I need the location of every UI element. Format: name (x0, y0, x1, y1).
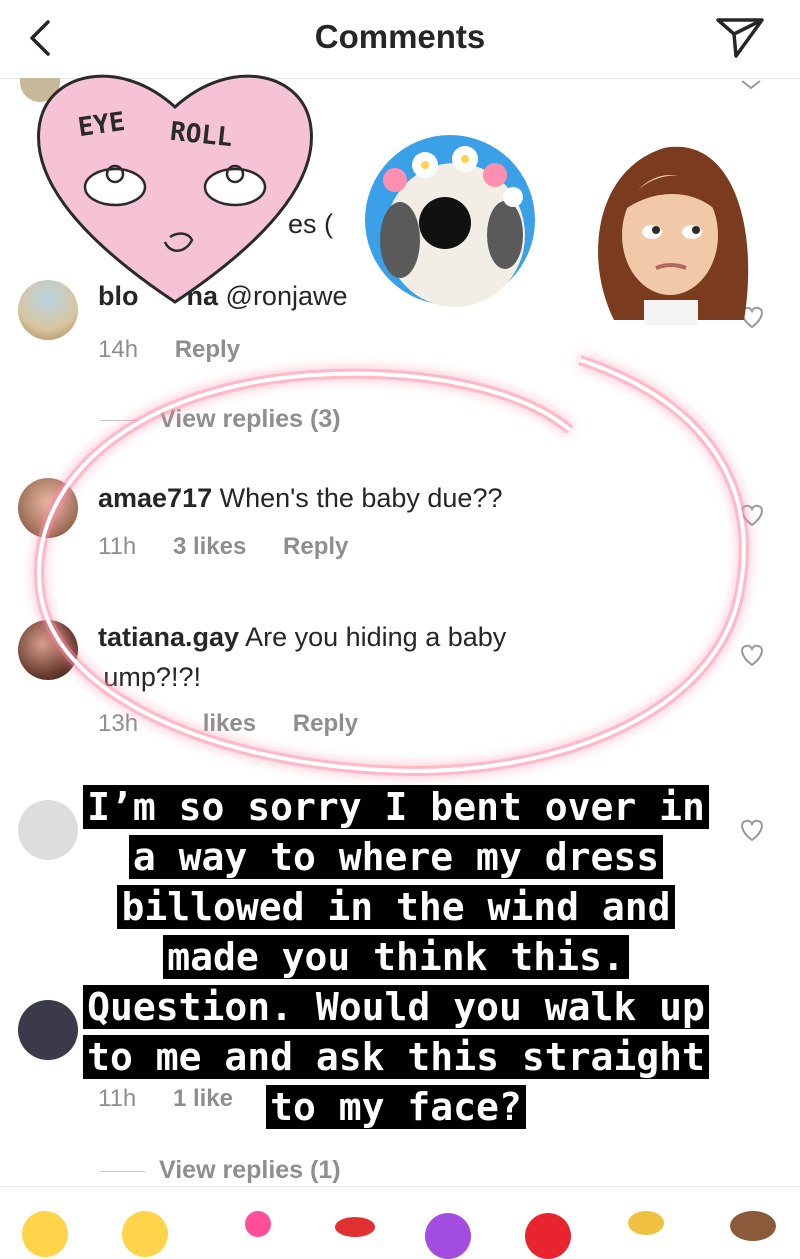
caption-line: a way to where my dress (128, 835, 664, 879)
view-replies-label[interactable]: View replies (1) (159, 1156, 341, 1184)
page-title: Comments (314, 18, 486, 55)
smile-emoji-icon[interactable] (122, 1211, 168, 1257)
caption-line: to me and ask this straight (83, 1035, 709, 1079)
eye-roll-text-2: ROLL (168, 116, 235, 154)
caption-line: I’m so sorry I bent over in (83, 785, 709, 829)
red-heart-emoji-icon[interactable] (525, 1213, 571, 1259)
caption-line: Question. Would you walk up (83, 985, 709, 1029)
lips-emoji-icon[interactable] (335, 1217, 375, 1237)
sparkle-emoji-icon[interactable] (628, 1211, 664, 1235)
send-direct-icon[interactable] (712, 14, 768, 60)
divider (100, 1170, 145, 1172)
view-replies-link[interactable]: View replies (1) (100, 1156, 341, 1185)
caption-line: billowed in the wind and (117, 885, 675, 929)
purple-heart-emoji-icon[interactable] (425, 1213, 471, 1259)
highlight-circle (34, 355, 749, 776)
story-caption: I’m so sorry I bent over in a way to whe… (26, 782, 766, 1132)
grin-emoji-icon[interactable] (22, 1211, 68, 1257)
caption-line: to my face? (266, 1085, 526, 1129)
heart-emoji-icon[interactable] (245, 1211, 271, 1237)
eye-roll-sticker: EYE ROLL (30, 62, 320, 312)
dog-flower-crown-sticker (355, 125, 535, 315)
annoyed-woman-sticker (584, 140, 756, 325)
caption-line: made you think this. (163, 935, 629, 979)
chevron-down-icon (740, 78, 762, 96)
emoji-quick-bar (0, 1186, 800, 1259)
hand-emoji-icon[interactable] (730, 1211, 776, 1241)
